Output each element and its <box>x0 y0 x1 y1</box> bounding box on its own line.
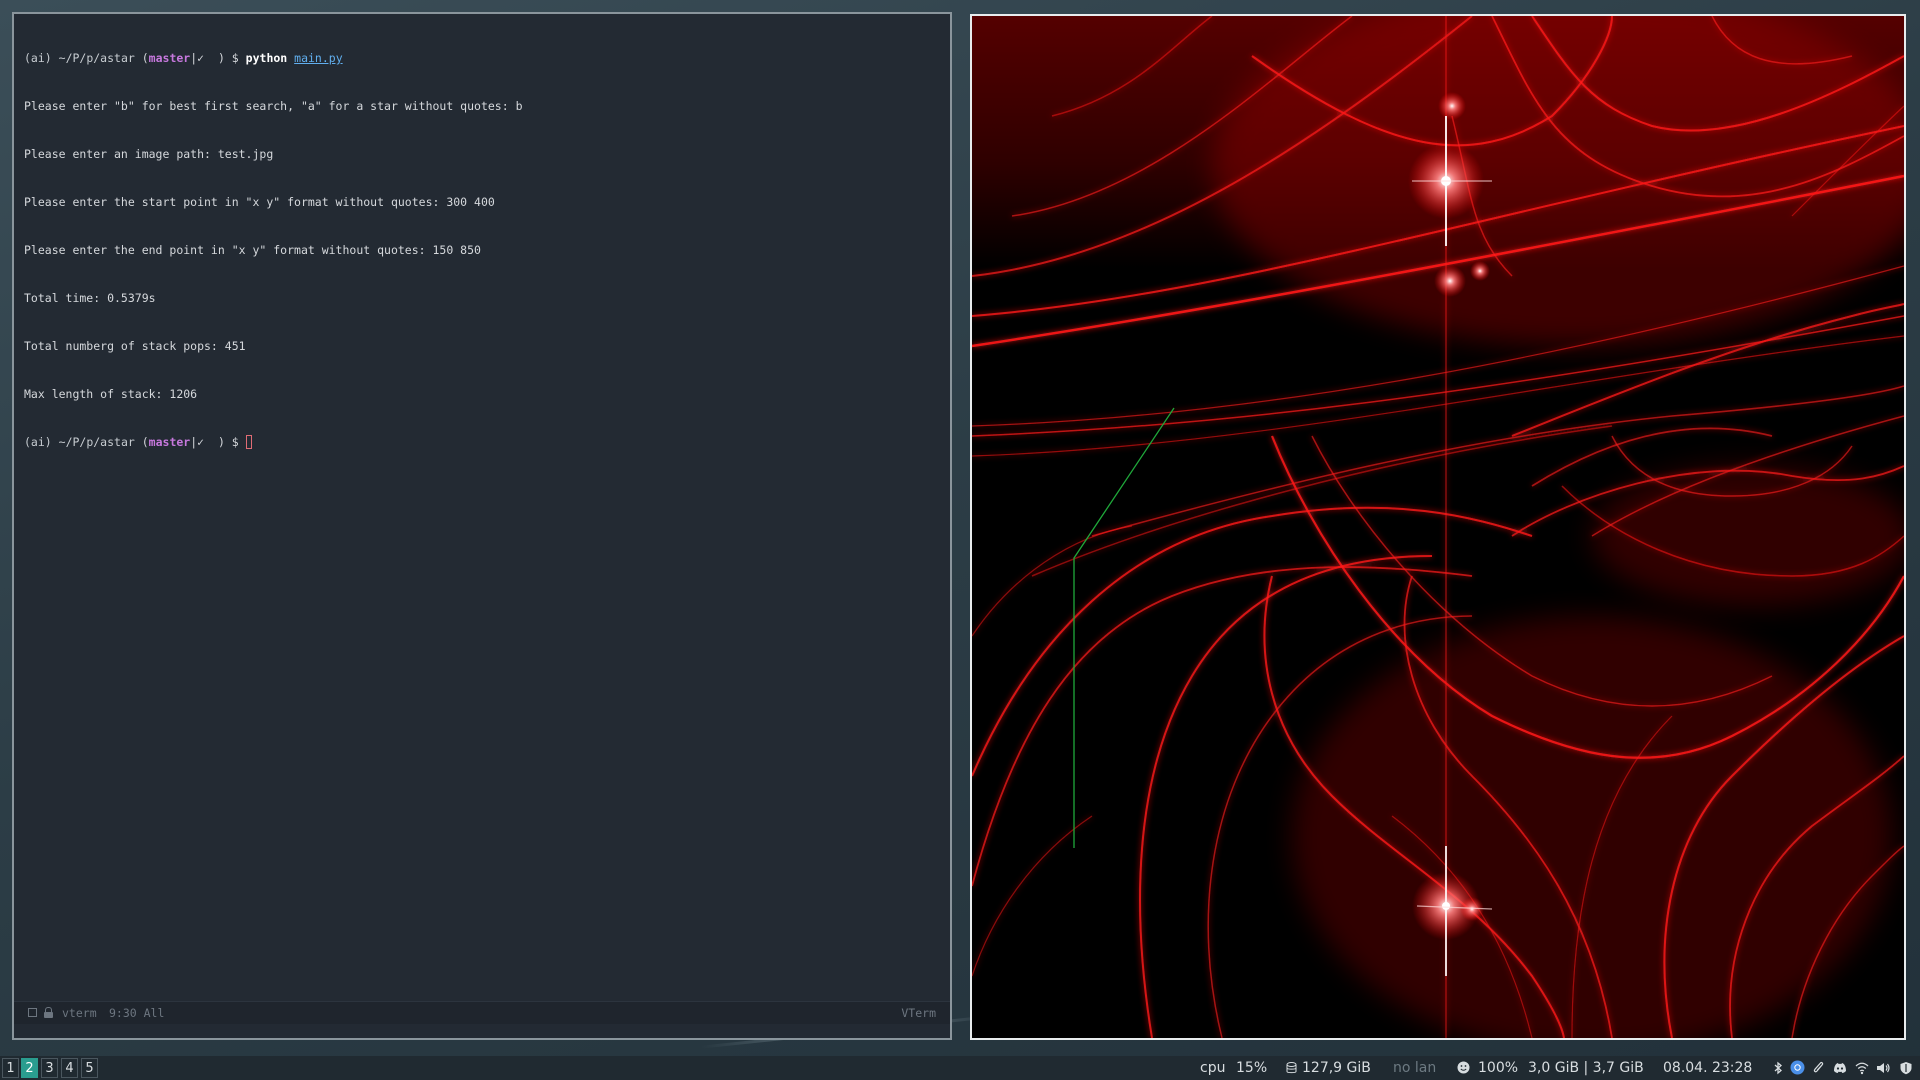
chromium-icon[interactable] <box>1790 1060 1805 1075</box>
prompt-symbol: $ <box>231 51 239 65</box>
workspace-5-button[interactable]: 5 <box>81 1058 98 1078</box>
prompt-path: ~/P/p/astar <box>58 435 135 449</box>
output-line: Please enter the end point in "x y" form… <box>24 243 481 257</box>
cpu-value: 15% <box>1236 1060 1268 1076</box>
disk-icon <box>1286 1062 1297 1074</box>
prompt-env: (ai) <box>24 435 52 449</box>
fractal-image <box>972 16 1904 1038</box>
prompt-status: ✓ <box>197 435 205 449</box>
output-line: Please enter "b" for best first search, … <box>24 99 523 113</box>
command-file-link[interactable]: main.py <box>294 51 342 65</box>
output-line: Max length of stack: 1206 <box>24 387 198 401</box>
workspace-1-button[interactable]: 1 <box>2 1058 19 1078</box>
modeline-position: 9:30 All <box>109 1006 165 1020</box>
output-line: Total time: 0.5379s <box>24 291 156 305</box>
terminal-prompt-line: (ai) ~/P/p/astar (master|✓ ) $ python ma… <box>24 51 343 65</box>
prompt-status: ✓ <box>197 51 205 65</box>
modeline-buffer-name: vterm <box>62 1006 97 1020</box>
smiley-icon <box>1457 1061 1470 1074</box>
workspace-4-button[interactable]: 4 <box>61 1058 78 1078</box>
output-line: Please enter the start point in "x y" fo… <box>24 195 495 209</box>
workspace-2-button[interactable]: 2 <box>21 1058 38 1078</box>
terminal-window[interactable]: (ai) ~/P/p/astar (master|✓ ) $ python ma… <box>12 12 952 1040</box>
battery-value: 100% <box>1478 1060 1519 1076</box>
terminal-output[interactable]: (ai) ~/P/p/astar (master|✓ ) $ python ma… <box>24 18 940 994</box>
cpu-label: cpu <box>1200 1060 1226 1076</box>
image-viewer-window[interactable] <box>970 14 1906 1040</box>
shield-icon[interactable] <box>1899 1061 1913 1075</box>
workspace-3-button[interactable]: 3 <box>41 1058 58 1078</box>
paperclip-icon[interactable] <box>1812 1061 1826 1075</box>
discord-icon[interactable] <box>1832 1061 1848 1075</box>
status-bar: 1 2 3 4 5 cpu 15% 127,9 GiB no lan 100% … <box>0 1056 1920 1080</box>
prompt-path: ~/P/p/astar <box>58 51 135 65</box>
volume-icon[interactable] <box>1876 1061 1890 1075</box>
buffer-state-icon <box>28 1008 37 1017</box>
modeline: vterm 9:30 All VTerm <box>14 1001 950 1024</box>
memory-usage: 3,0 GiB | 3,7 GiB <box>1528 1060 1644 1076</box>
terminal-prompt-line: (ai) ~/P/p/astar (master|✓ ) $ <box>24 434 940 450</box>
command-program: python <box>245 51 288 65</box>
disk-free: 127,9 GiB <box>1302 1060 1371 1076</box>
lock-icon <box>44 1007 53 1018</box>
terminal-cursor[interactable] <box>245 435 252 449</box>
wifi-icon[interactable] <box>1855 1061 1869 1075</box>
bluetooth-icon[interactable] <box>1771 1061 1785 1075</box>
lan-status: no lan <box>1393 1060 1437 1076</box>
output-line: Please enter an image path: test.jpg <box>24 147 274 161</box>
prompt-branch: master <box>148 435 191 449</box>
output-line: Total numberg of stack pops: 451 <box>24 339 246 353</box>
prompt-symbol: $ <box>231 435 239 449</box>
datetime[interactable]: 08.04. 23:28 <box>1663 1056 1752 1080</box>
prompt-branch: master <box>148 51 191 65</box>
prompt-env: (ai) <box>24 51 52 65</box>
modeline-major-mode[interactable]: VTerm <box>901 1002 936 1024</box>
